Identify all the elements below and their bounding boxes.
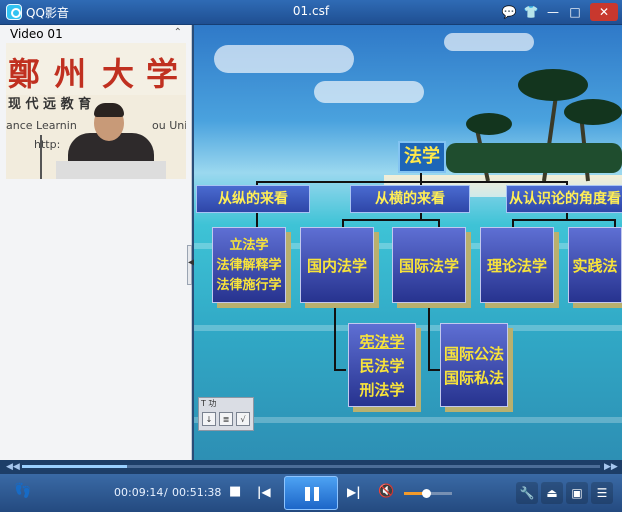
node-text: 法律解释学	[216, 258, 282, 273]
panel-title: Video 01	[10, 27, 63, 41]
desk	[56, 161, 166, 179]
node-domestic-law: 国内法学	[300, 227, 374, 303]
screen-mode-icon[interactable]: ▣	[566, 482, 588, 504]
node-text: 国际私法	[443, 369, 504, 387]
main-video[interactable]: 法学 从纵的来看 从横的来看 从认识论的角度看 立法学 法律解释学 法律施行学 …	[194, 25, 622, 460]
connector-line	[342, 219, 344, 227]
pause-button[interactable]	[284, 476, 338, 510]
lecturer-video[interactable]: 鄭 州 大 学 现 代 远 教 育 ance Learnin ou Uni ht…	[6, 43, 186, 179]
skin-icon[interactable]: 👕	[522, 3, 540, 21]
connector-line	[438, 219, 440, 227]
connector-line	[512, 219, 616, 221]
settings-icon[interactable]: 🔧	[516, 482, 538, 504]
eject-icon[interactable]: ⏏	[541, 482, 563, 504]
total-time: 00:51:38	[172, 486, 222, 499]
cloud	[214, 45, 354, 73]
node-text: 刑法学	[359, 381, 405, 399]
current-time: 00:09:14	[114, 486, 164, 499]
lecturer-hair	[94, 103, 124, 117]
node-text: 立法学	[229, 238, 269, 253]
banner-url: http:	[34, 138, 61, 151]
connector-line	[614, 219, 616, 227]
connector-line	[512, 219, 514, 227]
node-text: 国内法学	[306, 257, 367, 275]
previous-button[interactable]: |◀	[257, 485, 271, 499]
check-icon[interactable]: √	[236, 412, 250, 426]
volume-knob[interactable]	[421, 489, 431, 498]
playlist-icon[interactable]: ☰	[591, 482, 613, 504]
sea-ripple	[194, 417, 622, 423]
panel-header: Video 01 ⌃	[6, 27, 186, 43]
connector-line	[256, 213, 258, 227]
palm-leaves	[466, 113, 512, 135]
rewind-icon[interactable]: ◀◀	[6, 460, 20, 474]
maximize-button[interactable]: □	[566, 3, 584, 21]
seek-track[interactable]	[22, 465, 600, 468]
pause-icon	[314, 487, 319, 501]
node-text: 理论法学	[486, 257, 547, 275]
node-domestic-sub: 宪法学 民法学 刑法学	[348, 323, 416, 407]
seek-bar[interactable]: ◀◀ ▶▶	[0, 460, 622, 474]
node-horizontal-view: 从横的来看	[350, 185, 470, 213]
banner-line: ou Uni	[152, 119, 186, 132]
node-root: 法学	[398, 141, 446, 173]
banner-char: 学	[146, 55, 179, 93]
arrow-down-icon[interactable]: ↓	[202, 412, 216, 426]
node-text: 宪法学	[359, 333, 405, 351]
node-international-law: 国际法学	[392, 227, 466, 303]
banner-line: ance Learnin	[6, 119, 77, 132]
node-text: 国际法学	[398, 257, 459, 275]
fast-forward-icon[interactable]: ▶▶	[604, 460, 618, 474]
node-epistemology-view: 从认识论的角度看	[506, 185, 622, 213]
seek-progress	[22, 465, 128, 468]
connector-line	[334, 369, 346, 371]
cloud	[314, 81, 424, 103]
treeline	[446, 143, 622, 173]
volume-slider[interactable]	[404, 489, 452, 498]
minimize-button[interactable]: —	[544, 3, 562, 21]
stop-button[interactable]: ■	[229, 484, 241, 499]
side-panel: Video 01 ⌃ 鄭 州 大 学 现 代 远 教 育 ance Learni…	[0, 25, 196, 460]
connector-line	[334, 305, 336, 371]
control-bar: 👣 00:09:14 / 00:51:38 ■ |◀ ▶| 🔇 🔧 ⏏ ▣ ☰	[0, 474, 622, 512]
footprint-icon[interactable]: 👣	[14, 483, 31, 499]
chat-icon[interactable]: 💬	[500, 3, 518, 21]
node-international-sub: 国际公法 国际私法	[440, 323, 508, 407]
banner-subtitle: 现 代 远 教 育	[8, 97, 92, 112]
node-vertical-list: 立法学 法律解释学 法律施行学	[212, 227, 286, 303]
node-text: 国际公法	[443, 345, 504, 363]
connector-line	[342, 219, 440, 221]
panel-splitter[interactable]: ◀	[187, 245, 196, 285]
time-separator: /	[164, 486, 168, 499]
mute-icon[interactable]: 🔇	[378, 484, 394, 499]
chevron-up-icon[interactable]: ⌃	[174, 27, 182, 38]
connector-line	[428, 305, 430, 371]
title-bar: QQ影音 01.csf 💬 👕 — □ ✕	[0, 0, 622, 25]
microphone	[40, 135, 42, 179]
banner-char: 州	[54, 55, 87, 93]
node-practice-law: 实践法	[568, 227, 622, 303]
connector-line	[256, 181, 568, 183]
node-theory-law: 理论法学	[480, 227, 554, 303]
ink-toolbar: T 功 ↓ ≣ √	[198, 397, 254, 431]
palm-leaves	[518, 69, 588, 101]
palm-leaves	[564, 99, 622, 125]
connector-line	[428, 369, 440, 371]
next-button[interactable]: ▶|	[347, 485, 361, 499]
banner-char: 大	[102, 55, 135, 93]
close-button[interactable]: ✕	[590, 3, 618, 21]
ink-toolbar-title: T 功	[201, 399, 217, 408]
banner-char: 鄭	[8, 55, 41, 93]
list-icon[interactable]: ≣	[219, 412, 233, 426]
pause-icon	[305, 487, 310, 501]
node-text: 实践法	[572, 257, 618, 275]
node-text: 法律施行学	[216, 278, 282, 293]
node-text: 民法学	[359, 357, 405, 375]
cloud	[444, 33, 534, 51]
node-vertical-view: 从纵的来看	[196, 185, 310, 213]
